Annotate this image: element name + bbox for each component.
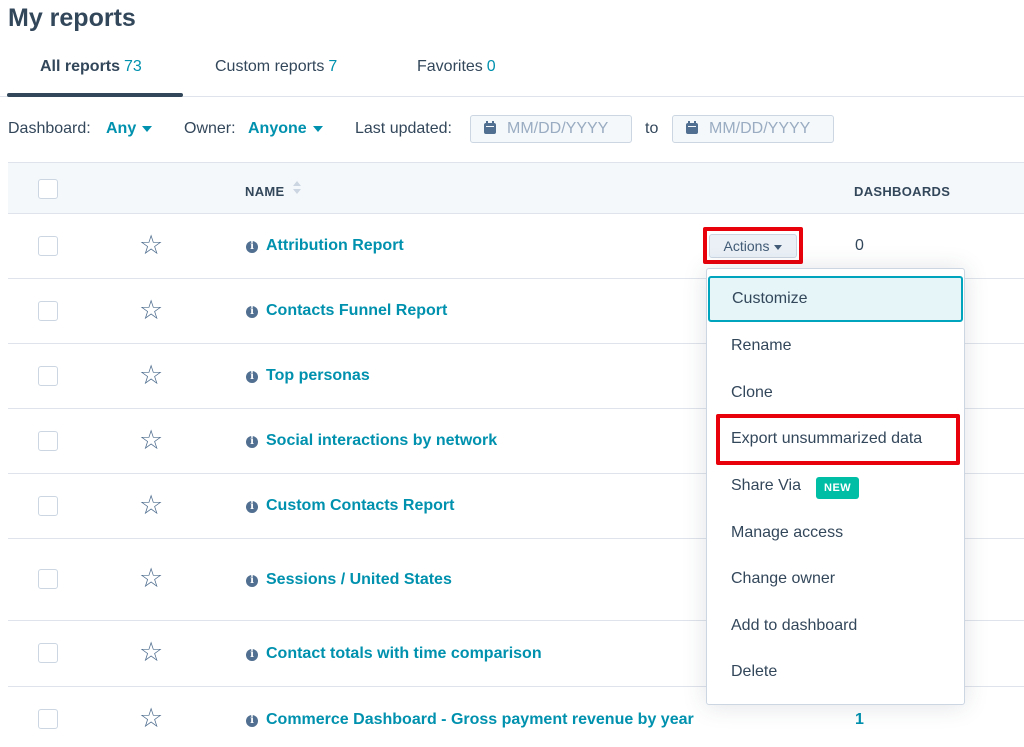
dashboard-filter-value: Any	[106, 120, 137, 137]
caret-down-icon	[142, 125, 153, 132]
owner-filter-value: Anyone	[248, 120, 307, 137]
menu-item-label: Share Via	[731, 477, 801, 494]
report-name: Commerce Dashboard - Gross payment reven…	[266, 711, 694, 728]
star-outline-icon[interactable]: ☆	[139, 232, 163, 259]
export-highlight-annotation	[716, 414, 960, 465]
calendar-icon	[686, 121, 698, 134]
star-outline-icon[interactable]: ☆	[139, 705, 163, 732]
row-checkbox[interactable]	[38, 431, 58, 451]
star-outline-icon[interactable]: ☆	[139, 427, 163, 454]
report-name-link[interactable]: i Contact totals with time comparison	[246, 645, 542, 663]
menu-item-clone[interactable]: Clone	[707, 370, 964, 416]
info-circle-icon[interactable]: i	[246, 649, 258, 661]
star-outline-icon[interactable]: ☆	[139, 492, 163, 519]
date-range-to-label: to	[645, 120, 659, 137]
dashboards-count: 0	[855, 237, 864, 254]
report-name-link[interactable]: i Commerce Dashboard - Gross payment reve…	[246, 711, 694, 729]
menu-item-label: Delete	[731, 663, 778, 680]
info-circle-icon[interactable]: i	[246, 306, 258, 318]
tab-count: 7	[328, 58, 338, 75]
menu-item-add-to-dashboard[interactable]: Add to dashboard	[707, 603, 964, 649]
calendar-icon	[484, 121, 496, 134]
menu-item-delete[interactable]: Delete	[707, 649, 964, 695]
tab-favorites[interactable]: Favorites 0	[417, 58, 496, 76]
table-header: NAME DASHBOARDS	[8, 162, 1024, 214]
caret-down-icon	[312, 125, 323, 132]
filter-bar: Dashboard: Any Owner: Anyone Last update…	[8, 114, 1024, 144]
column-header-name[interactable]: NAME	[245, 184, 284, 199]
tab-label: All reports	[40, 58, 121, 75]
active-tab-indicator	[7, 93, 183, 97]
report-name-link[interactable]: i Social interactions by network	[246, 432, 497, 450]
info-circle-icon[interactable]: i	[246, 371, 258, 383]
row-checkbox[interactable]	[38, 569, 58, 589]
actions-highlight-annotation	[703, 227, 803, 264]
tab-custom-reports[interactable]: Custom reports 7	[215, 58, 337, 76]
tab-count: 73	[124, 58, 142, 75]
star-outline-icon[interactable]: ☆	[139, 297, 163, 324]
row-checkbox[interactable]	[38, 709, 58, 729]
page-title: My reports	[8, 4, 136, 32]
menu-item-label: Customize	[732, 290, 808, 307]
menu-item-label: Rename	[731, 337, 792, 354]
menu-item-rename[interactable]: Rename	[707, 323, 964, 369]
menu-item-label: Manage access	[731, 524, 844, 541]
menu-item-customize[interactable]: Customize	[708, 276, 963, 322]
row-checkbox[interactable]	[38, 301, 58, 321]
row-checkbox[interactable]	[38, 643, 58, 663]
owner-filter-dropdown[interactable]: Anyone	[248, 120, 323, 138]
new-badge: NEW	[816, 477, 860, 499]
sort-icon[interactable]	[293, 181, 301, 194]
report-tabs: All reports 73 Custom reports 7 Favorites 0	[0, 44, 1024, 97]
report-name: Attribution Report	[266, 237, 404, 254]
menu-item-share-via[interactable]: Share Via NEW	[707, 463, 964, 509]
menu-item-label: Clone	[731, 384, 773, 401]
info-circle-icon[interactable]: i	[246, 715, 258, 727]
tab-all-reports[interactable]: All reports 73	[40, 58, 142, 76]
report-name: Top personas	[266, 367, 370, 384]
report-name-link[interactable]: i Attribution Report	[246, 237, 404, 255]
tab-label: Favorites	[417, 58, 483, 75]
star-outline-icon[interactable]: ☆	[139, 639, 163, 666]
star-outline-icon[interactable]: ☆	[139, 565, 163, 592]
menu-item-label: Change owner	[731, 570, 836, 587]
report-name: Sessions / United States	[266, 571, 452, 588]
menu-item-label: Add to dashboard	[731, 617, 858, 634]
menu-item-manage-access[interactable]: Manage access	[707, 510, 964, 556]
dashboard-filter-dropdown[interactable]: Any	[106, 120, 153, 138]
report-name: Custom Contacts Report	[266, 497, 455, 514]
info-circle-icon[interactable]: i	[246, 436, 258, 448]
info-circle-icon[interactable]: i	[246, 241, 258, 253]
row-checkbox[interactable]	[38, 496, 58, 516]
owner-filter-label: Owner:	[184, 120, 236, 137]
info-circle-icon[interactable]: i	[246, 501, 258, 513]
report-name-link[interactable]: i Sessions / United States	[246, 571, 452, 589]
tab-count: 0	[486, 58, 496, 75]
select-all-checkbox[interactable]	[38, 179, 58, 199]
dashboard-filter-label: Dashboard:	[8, 120, 91, 137]
report-name: Social interactions by network	[266, 432, 498, 449]
last-updated-label: Last updated:	[355, 120, 452, 137]
star-outline-icon[interactable]: ☆	[139, 362, 163, 389]
menu-item-change-owner[interactable]: Change owner	[707, 556, 964, 602]
actions-menu: Customize Rename Clone Export unsummariz…	[706, 268, 965, 705]
info-circle-icon[interactable]: i	[246, 575, 258, 587]
row-checkbox[interactable]	[38, 236, 58, 256]
report-name-link[interactable]: i Contacts Funnel Report	[246, 302, 447, 320]
row-checkbox[interactable]	[38, 366, 58, 386]
report-name: Contact totals with time comparison	[266, 645, 542, 662]
report-name-link[interactable]: i Custom Contacts Report	[246, 497, 454, 515]
column-header-dashboards: DASHBOARDS	[854, 184, 951, 199]
tab-label: Custom reports	[215, 58, 325, 75]
report-name-link[interactable]: i Top personas	[246, 367, 370, 385]
report-name: Contacts Funnel Report	[266, 302, 448, 319]
dashboards-count-link[interactable]: 1	[855, 711, 864, 729]
